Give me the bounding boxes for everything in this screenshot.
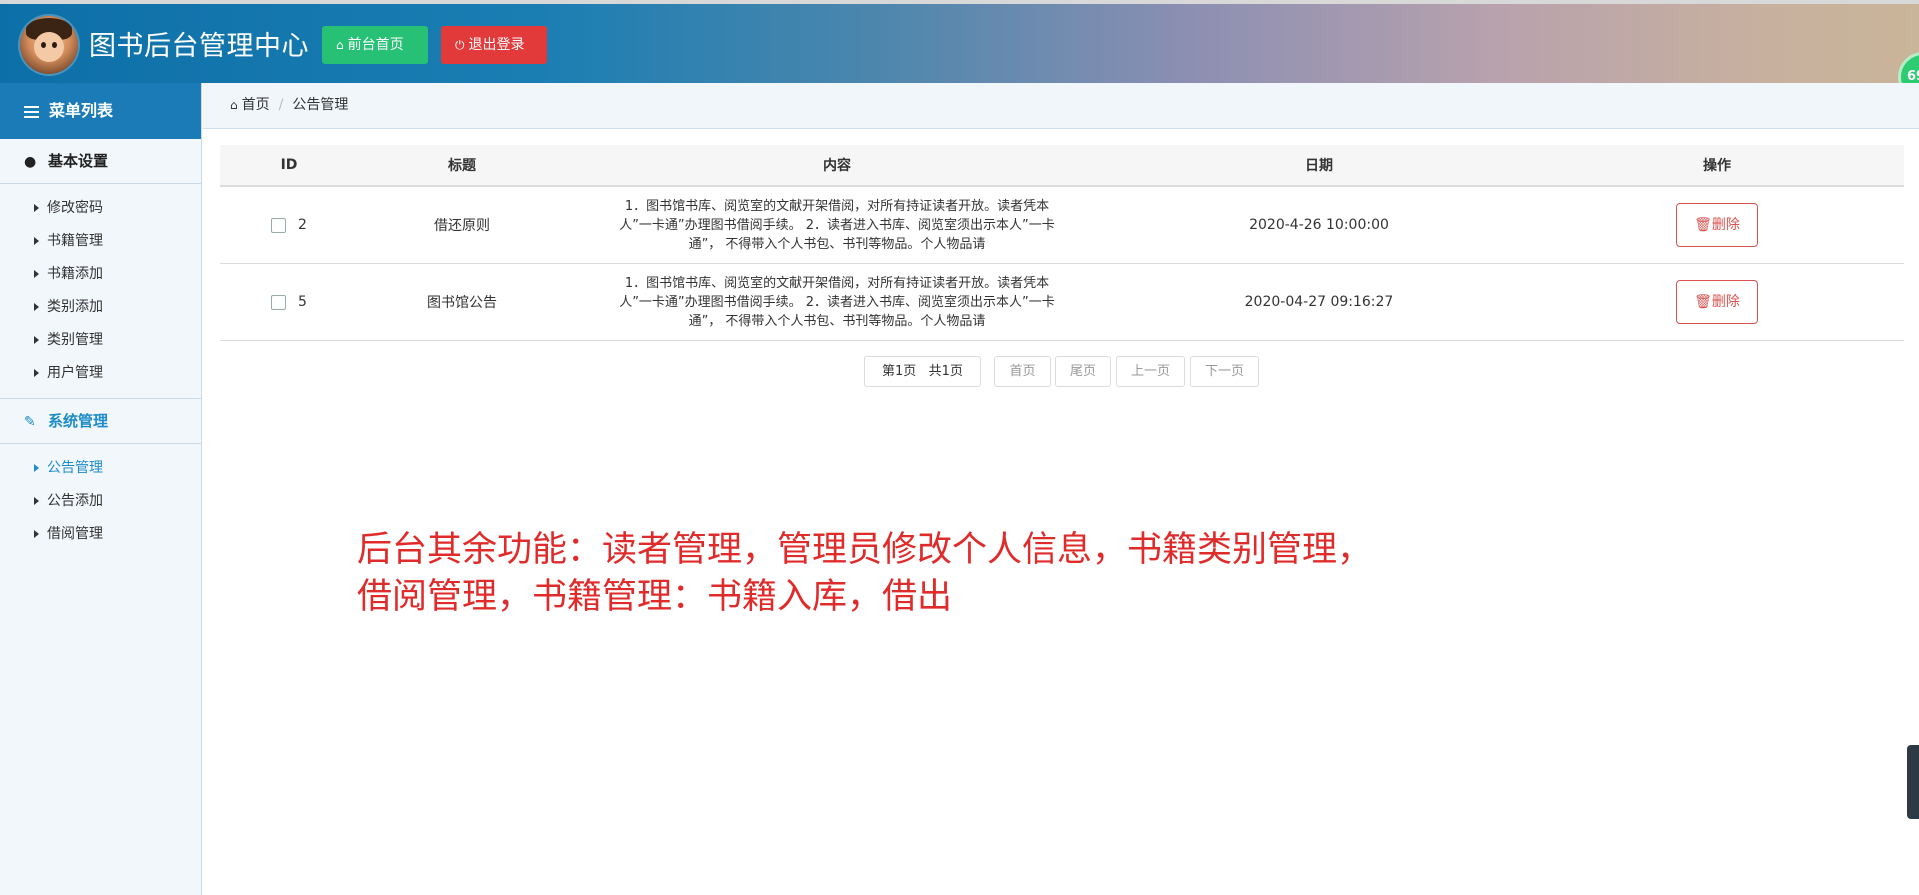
row-content-text: 1．图书馆书库、阅览室的文献开架借阅，对所有持证读者开放。读者凭本人”一卡通”办… — [619, 275, 1055, 329]
menu-bars-icon — [24, 103, 39, 121]
group-label: 系统管理 — [48, 412, 109, 430]
row-checkbox[interactable] — [271, 217, 287, 233]
trash-icon: 🗑 — [1694, 294, 1712, 310]
cell-content: 1．图书馆书库、阅览室的文献开架借阅，对所有持证读者开放。读者凭本人”一卡通”办… — [566, 263, 1108, 341]
sidebar-item-label: 类别管理 — [47, 332, 103, 348]
cell-title: 借还原则 — [358, 186, 566, 264]
delete-button[interactable]: 🗑删除 — [1676, 280, 1758, 324]
breadcrumb: ⌂ 首页 / 公告管理 — [203, 83, 1919, 129]
column-header-content: 内容 — [566, 145, 1108, 187]
column-header-date: 日期 — [1108, 145, 1530, 187]
sidebar-item-label: 书籍管理 — [47, 233, 103, 249]
prev-page-button[interactable]: 上一页 — [1116, 356, 1185, 387]
breadcrumb-current: 公告管理 — [292, 97, 349, 113]
frontend-home-button[interactable]: ⌂ 前台首页 — [322, 26, 428, 64]
page-info: 第1页 共1页 — [864, 356, 981, 387]
sidebar-item-notice-management[interactable]: 公告管理 — [0, 452, 201, 485]
home-button-label: 前台首页 — [347, 37, 404, 53]
first-page-button[interactable]: 首页 — [994, 356, 1051, 387]
app-title: 图书后台管理中心 — [89, 31, 309, 62]
menu-header: 菜单列表 — [0, 83, 201, 139]
sidebar-item-label: 修改密码 — [47, 200, 103, 216]
sidebar-item-label: 书籍添加 — [47, 266, 103, 282]
annotation-line-2: 借阅管理，书籍管理：书籍入库，借出 — [357, 577, 953, 617]
table-header-row: ID 标题 内容 日期 操作 — [220, 145, 1904, 187]
table-row: 5 图书馆公告 1．图书馆书库、阅览室的文献开架借阅，对所有持证读者开放。读者凭… — [220, 263, 1904, 341]
cell-id: 5 — [220, 263, 358, 341]
user-icon: ● — [24, 154, 37, 170]
cell-title: 图书馆公告 — [358, 263, 566, 341]
cell-date: 2020-4-26 10:00:00 — [1108, 186, 1530, 264]
group-system-management[interactable]: ✎ 系统管理 — [0, 399, 201, 444]
row-checkbox[interactable] — [271, 294, 287, 310]
row-id: 5 — [298, 294, 307, 310]
sidebar-item-book-add[interactable]: 书籍添加 — [0, 258, 201, 291]
cell-date: 2020-04-27 09:16:27 — [1108, 263, 1530, 341]
sidebar-item-change-password[interactable]: 修改密码 — [0, 192, 201, 225]
sidebar: 菜单列表 ● 基本设置 修改密码 书籍管理 书籍添加 类别添加 类别管理 用户管理… — [0, 83, 202, 895]
table-row: 2 借还原则 1．图书馆书库、阅览室的文献开架借阅，对所有持证读者开放。读者凭本… — [220, 186, 1904, 264]
sidebar-item-category-management[interactable]: 类别管理 — [0, 324, 201, 357]
pagination: 第1页 共1页 首页 尾页 上一页 下一页 — [0, 356, 1919, 387]
sidebar-item-book-management[interactable]: 书籍管理 — [0, 225, 201, 258]
row-content-text: 1．图书馆书库、阅览室的文献开架借阅，对所有持证读者开放。读者凭本人”一卡通”办… — [619, 198, 1055, 252]
breadcrumb-separator: / — [278, 97, 284, 113]
power-icon: ⏻ — [455, 38, 465, 52]
cell-content: 1．图书馆书库、阅览室的文献开架借阅，对所有持证读者开放。读者凭本人”一卡通”办… — [566, 186, 1108, 264]
sidebar-item-notice-add[interactable]: 公告添加 — [0, 485, 201, 518]
top-header: 图书后台管理中心 ⌂ 前台首页 ⏻ 退出登录 — [0, 0, 1919, 83]
side-widget-handle[interactable] — [1907, 745, 1919, 819]
column-header-actions: 操作 — [1530, 145, 1904, 187]
next-page-button[interactable]: 下一页 — [1190, 356, 1259, 387]
delete-button[interactable]: 🗑删除 — [1676, 203, 1758, 247]
last-page-button[interactable]: 尾页 — [1055, 356, 1111, 387]
delete-button-label: 删除 — [1711, 217, 1740, 233]
notice-table: ID 标题 内容 日期 操作 2 借还原则 1．图书馆书库、阅览室的文献开架借阅… — [220, 145, 1904, 341]
logout-button-label: 退出登录 — [468, 37, 525, 53]
home-icon: ⌂ — [336, 38, 344, 52]
column-header-id: ID — [220, 145, 358, 187]
trash-icon: 🗑 — [1694, 217, 1712, 233]
cell-actions: 🗑删除 — [1530, 186, 1904, 264]
column-header-title: 标题 — [358, 145, 566, 187]
annotation-line-1: 后台其余功能：读者管理，管理员修改个人信息，书籍类别管理， — [357, 530, 1373, 570]
home-icon: ⌂ — [230, 98, 238, 112]
logout-button[interactable]: ⏻ 退出登录 — [441, 26, 547, 64]
feature-annotation: 后台其余功能：读者管理，管理员修改个人信息，书籍类别管理， 借阅管理，书籍管理：… — [357, 527, 1457, 621]
avatar-logo — [20, 16, 78, 74]
edit-icon: ✎ — [24, 414, 36, 430]
cell-id: 2 — [220, 186, 358, 264]
menu-header-label: 菜单列表 — [49, 101, 114, 120]
group-basic-settings[interactable]: ● 基本设置 — [0, 139, 201, 184]
sidebar-item-label: 类别添加 — [47, 299, 103, 315]
sidebar-item-label: 借阅管理 — [47, 526, 103, 542]
row-id: 2 — [298, 217, 307, 233]
cell-actions: 🗑删除 — [1530, 263, 1904, 341]
sidebar-item-label: 公告管理 — [47, 460, 103, 476]
sidebar-item-category-add[interactable]: 类别添加 — [0, 291, 201, 324]
delete-button-label: 删除 — [1711, 294, 1740, 310]
sidebar-item-borrow-management[interactable]: 借阅管理 — [0, 518, 201, 551]
sidebar-item-label: 公告添加 — [47, 493, 103, 509]
breadcrumb-home[interactable]: 首页 — [242, 97, 270, 113]
group-label: 基本设置 — [48, 152, 109, 170]
